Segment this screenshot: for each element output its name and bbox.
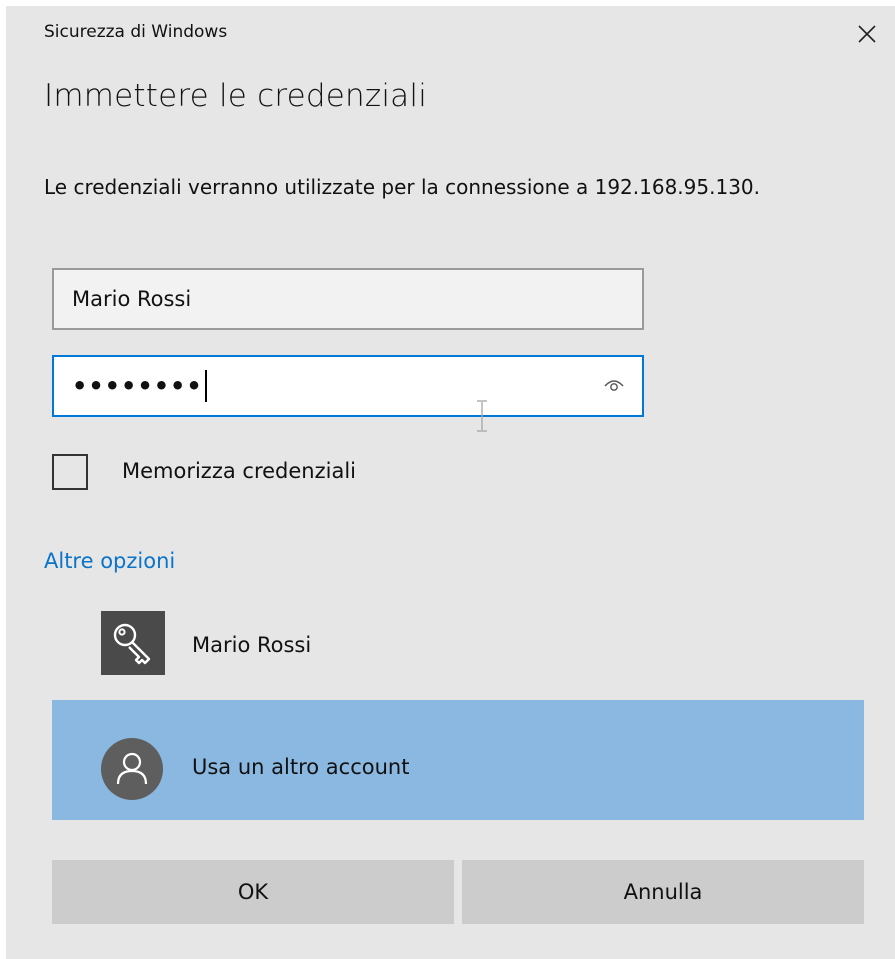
user-icon (116, 752, 148, 785)
password-value: •••••••• (72, 372, 203, 400)
account-label: Mario Rossi (192, 633, 312, 657)
key-tile (101, 611, 165, 675)
credentials-dialog: Sicurezza di Windows Immettere le creden… (6, 6, 895, 959)
dialog-description: Le credenziali verranno utilizzate per l… (44, 175, 760, 199)
close-button[interactable] (851, 18, 883, 50)
ok-button[interactable]: OK (52, 860, 454, 924)
reveal-password-button[interactable] (602, 375, 626, 395)
eye-icon (604, 380, 624, 391)
remember-credentials-label[interactable]: Memorizza credenziali (122, 459, 356, 483)
account-label: Usa un altro account (192, 755, 410, 779)
username-field[interactable]: Mario Rossi (52, 268, 644, 330)
mouse-ibeam-cursor (477, 400, 487, 432)
close-icon (858, 25, 876, 43)
username-value: Mario Rossi (72, 287, 192, 311)
account-option-saved[interactable]: Mario Rossi (52, 586, 864, 706)
more-options-link[interactable]: Altre opzioni (44, 549, 175, 573)
password-field[interactable]: •••••••• (52, 355, 644, 417)
remember-credentials-checkbox[interactable] (52, 454, 88, 490)
account-option-other[interactable]: Usa un altro account (52, 700, 864, 820)
key-icon (113, 623, 151, 665)
cancel-button[interactable]: Annulla (462, 860, 864, 924)
avatar (101, 738, 163, 800)
text-caret (204, 370, 207, 402)
window-title: Sicurezza di Windows (44, 22, 228, 42)
dialog-heading: Immettere le credenziali (44, 78, 428, 114)
